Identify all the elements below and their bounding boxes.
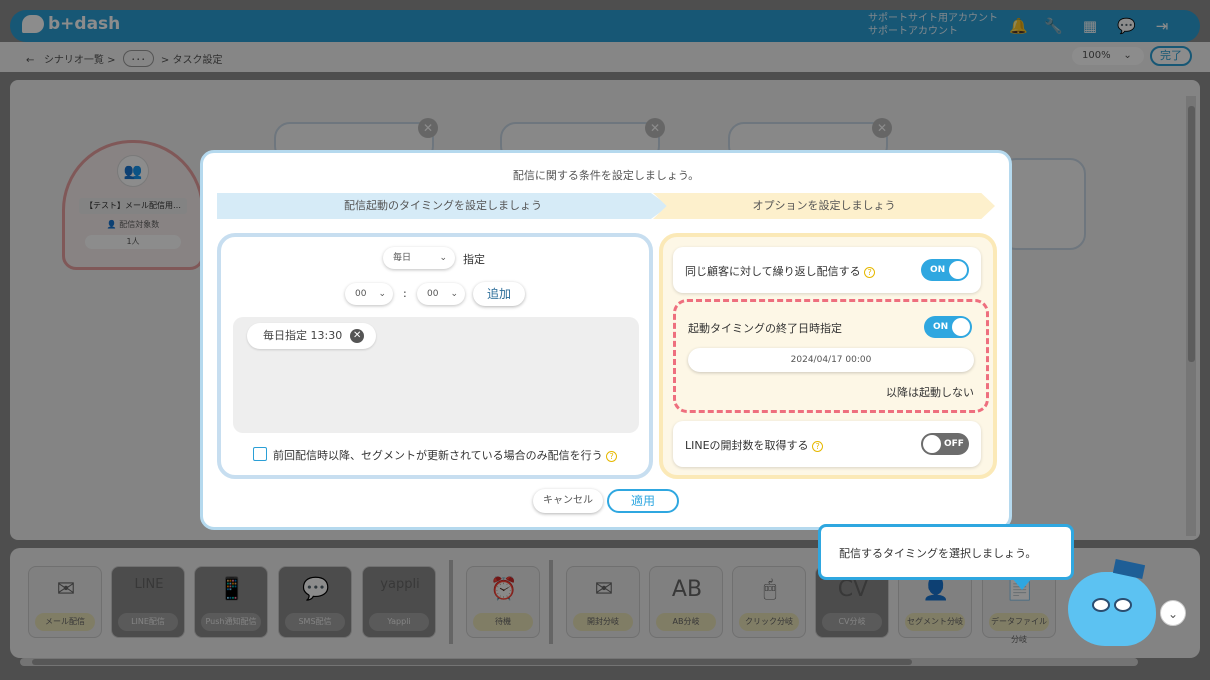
segment-update-checkbox[interactable] <box>253 447 267 461</box>
toggle-knob <box>923 435 941 453</box>
end-datetime-toggle-state: ON <box>933 322 949 332</box>
modal-title: 配信に関する条件を設定しましょう。 <box>512 169 700 182</box>
cancel-button[interactable]: キャンセル <box>533 489 603 513</box>
frequency-suffix: 指定 <box>463 253 485 266</box>
option-line-open-text: LINEの開封数を取得する <box>685 439 809 452</box>
schedule-tag-label: 毎日指定 13:30 <box>263 329 343 342</box>
time-separator: : <box>403 287 407 300</box>
condition-modal: 配信に関する条件を設定しましょう。 配信起動のタイミングを設定しましょう オプシ… <box>200 150 1012 530</box>
end-datetime-note: 以降は起動しない <box>886 386 974 399</box>
mascot-eye <box>1114 598 1132 612</box>
step-options: オプションを設定しましょう <box>653 193 995 219</box>
remove-tag-icon[interactable]: ✕ <box>350 329 365 343</box>
mascot-image <box>1068 559 1156 646</box>
repeat-toggle-state: ON <box>930 265 946 275</box>
line-open-toggle-state: OFF <box>944 439 964 449</box>
tooltip-tail <box>1012 578 1032 590</box>
chevron-down-icon: ⌄ <box>450 289 458 299</box>
step-timing: 配信起動のタイミングを設定しましょう <box>217 193 669 219</box>
option-repeat-text: 同じ顧客に対して繰り返し配信する <box>685 265 861 278</box>
help-icon[interactable]: ? <box>864 266 876 278</box>
option-end-datetime-label: 起動タイミングの終了日時指定 <box>688 322 842 335</box>
frequency-select[interactable]: 毎日 ⌄ <box>383 247 455 269</box>
hour-value: 00 <box>355 289 367 299</box>
toggle-knob <box>949 261 967 279</box>
option-line-open-label: LINEの開封数を取得する ? <box>685 437 824 453</box>
option-repeat: 同じ顧客に対して繰り返し配信する ? ON <box>673 247 981 293</box>
end-datetime-toggle[interactable]: ON <box>924 316 972 338</box>
mascot-eye <box>1092 598 1110 612</box>
schedule-tag-area: 毎日指定 13:30 ✕ <box>233 317 639 433</box>
schedule-tag: 毎日指定 13:30 ✕ <box>247 323 377 349</box>
option-line-open: LINEの開封数を取得する ? OFF <box>673 421 981 467</box>
segment-update-text: 前回配信時以降、セグメントが更新されている場合のみ配信を行う <box>273 449 603 462</box>
frequency-value: 毎日 <box>393 253 412 263</box>
add-button[interactable]: 追加 <box>473 282 525 306</box>
chevron-down-icon: ⌄ <box>378 289 386 299</box>
hour-select[interactable]: 00 ⌄ <box>345 283 393 305</box>
tooltip-bubble: 配信するタイミングを選択しましょう。 <box>818 524 1074 580</box>
segment-update-label: 前回配信時以降、セグメントが更新されている場合のみ配信を行う ? <box>273 447 618 463</box>
minute-select[interactable]: 00 ⌄ <box>417 283 465 305</box>
line-open-toggle[interactable]: OFF <box>921 433 969 455</box>
apply-button[interactable]: 適用 <box>607 489 679 513</box>
end-datetime-highlight: 起動タイミングの終了日時指定 ON 2024/04/17 00:00 以降は起動… <box>673 299 989 413</box>
chevron-down-icon[interactable]: ⌄ <box>1160 600 1186 626</box>
help-icon[interactable]: ? <box>812 440 824 452</box>
chevron-down-icon: ⌄ <box>439 253 447 263</box>
end-datetime-input[interactable]: 2024/04/17 00:00 <box>688 348 974 372</box>
help-icon[interactable]: ? <box>606 450 618 462</box>
toggle-knob <box>952 318 970 336</box>
repeat-toggle[interactable]: ON <box>921 259 969 281</box>
minute-value: 00 <box>427 289 439 299</box>
timing-panel: 毎日 ⌄ 指定 00 ⌄ : 00 ⌄ 追加 毎日指定 13:30 ✕ 前回配信… <box>217 233 653 479</box>
options-panel: 同じ顧客に対して繰り返し配信する ? ON 起動タイミングの終了日時指定 ON … <box>659 233 997 479</box>
option-repeat-label: 同じ顧客に対して繰り返し配信する ? <box>685 263 876 279</box>
